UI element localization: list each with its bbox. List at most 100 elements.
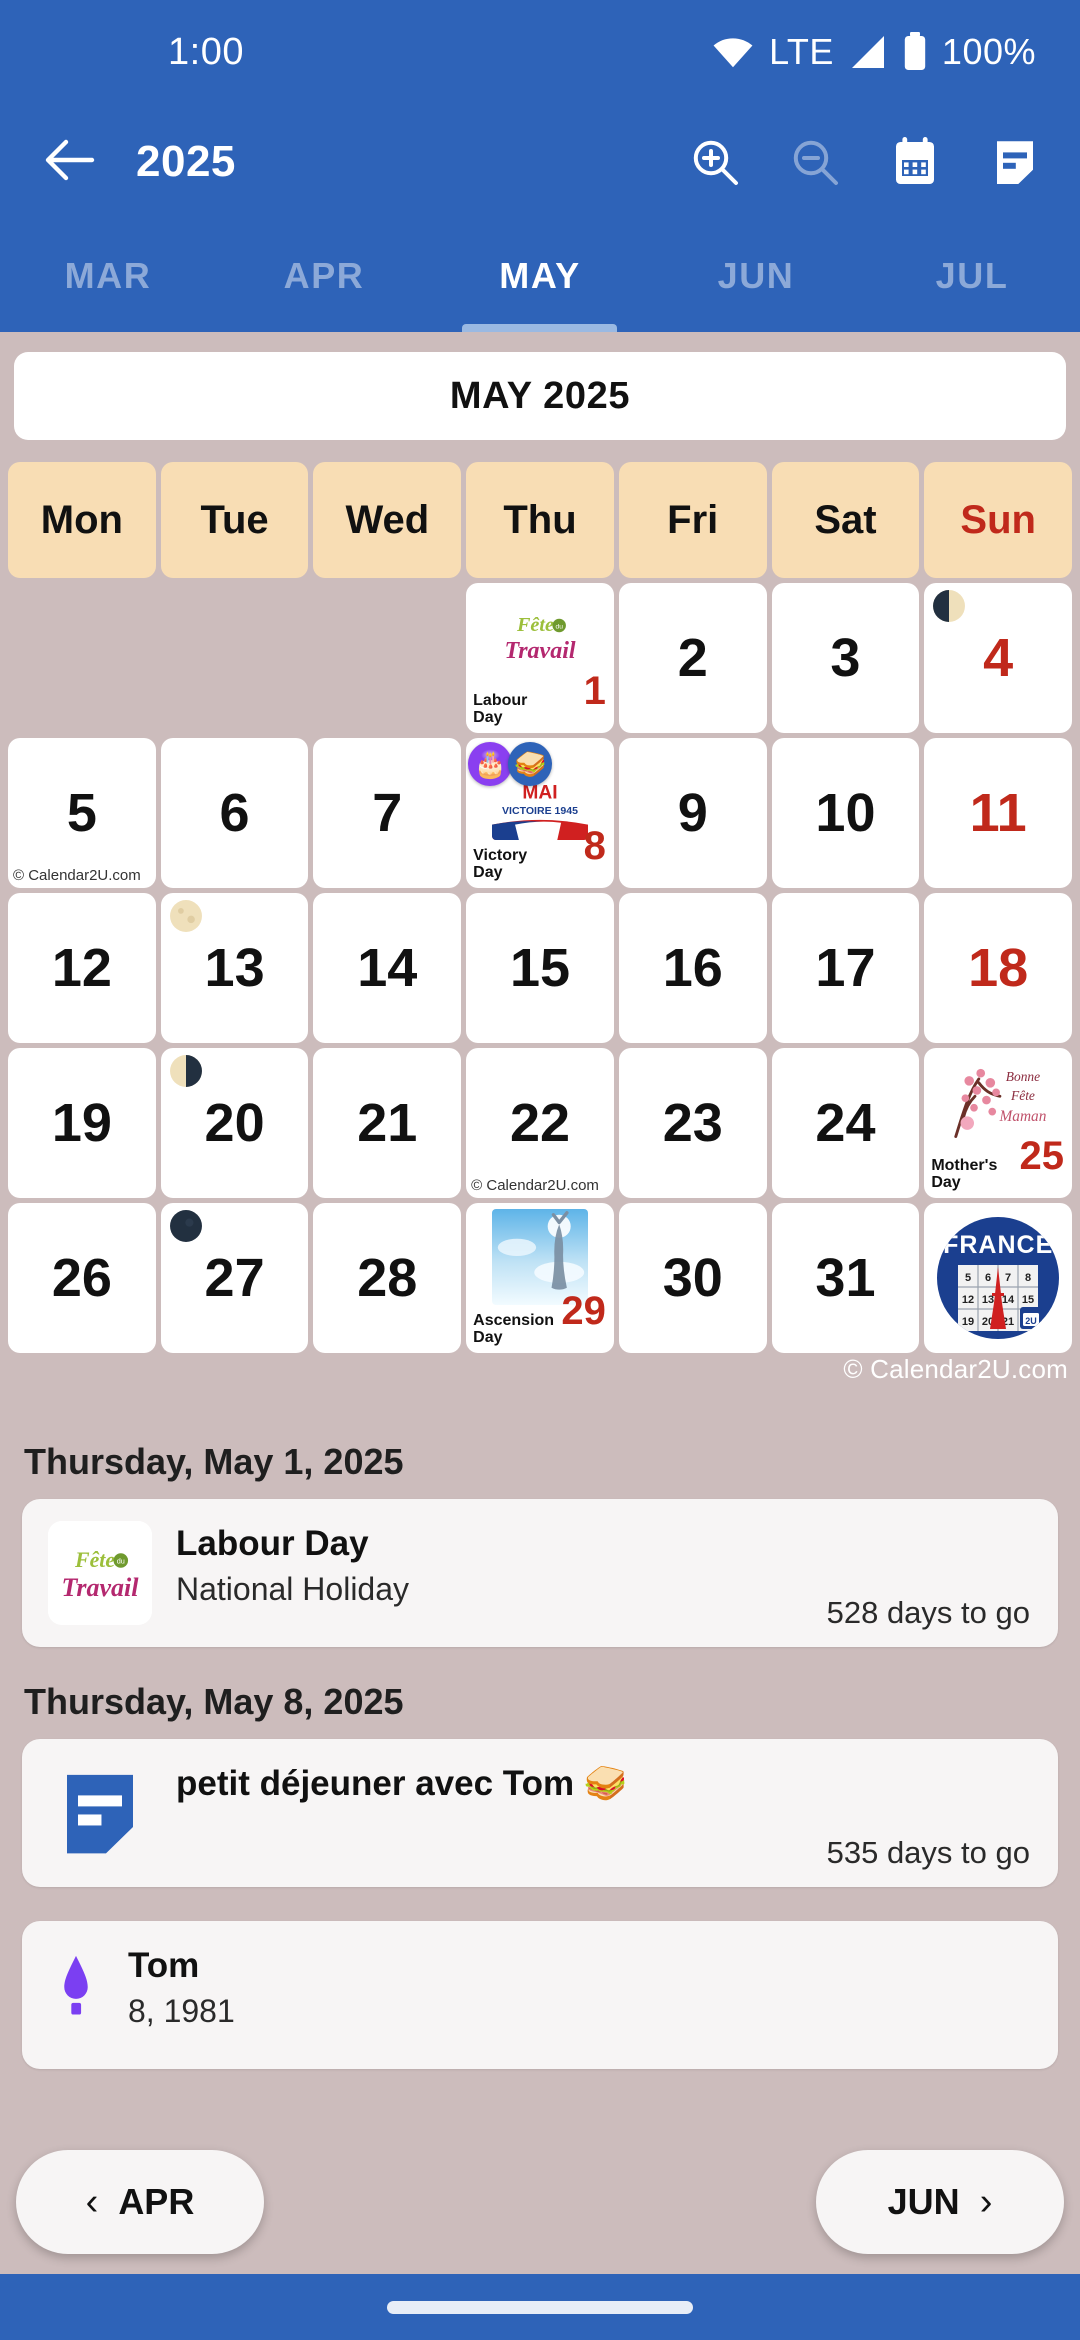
svg-text:Travail: Travail bbox=[61, 1573, 139, 1602]
calendar-day-cell[interactable]: 31 bbox=[771, 1203, 920, 1353]
calendar-day-cell[interactable]: 5 © Calendar2U.com bbox=[8, 738, 156, 888]
calendar-day-cell[interactable]: 2 bbox=[618, 583, 767, 733]
event-title: petit déjeuner avec Tom 🥪 bbox=[176, 1764, 628, 1803]
calendar-day-cell[interactable]: Bonne Fête Maman Mother's Day 25 bbox=[924, 1048, 1073, 1198]
calendar-day-cell[interactable]: 28 bbox=[313, 1203, 462, 1353]
battery-icon bbox=[902, 32, 928, 72]
calendar-day-cell[interactable]: 17 bbox=[771, 893, 920, 1043]
status-time: 1:00 bbox=[168, 30, 244, 73]
calendar-day-cell[interactable]: Fête du Travail Labour Day 1 bbox=[466, 583, 614, 733]
calendar-icon[interactable] bbox=[886, 133, 944, 191]
svg-text:du: du bbox=[555, 623, 563, 630]
calendar-day-cell[interactable]: 20 bbox=[160, 1048, 309, 1198]
calendar-day-cell[interactable]: 26 bbox=[8, 1203, 156, 1353]
event-card[interactable]: Fête du Travail Labour Day National Holiday 5… bbox=[22, 1499, 1058, 1647]
prev-month-button[interactable]: ‹ APR bbox=[16, 2150, 264, 2254]
weekday-header-sat: Sat bbox=[771, 462, 920, 578]
calendar-area: MAY 2025 Mon Tue Wed Thu Fri Sat Sun Fête du Tra… bbox=[0, 352, 1080, 1389]
calendar-day-cell[interactable]: 9 bbox=[618, 738, 767, 888]
calendar-week-row: 19 20 21 22 © Calendar2U.com 23 24 Bonne Fête Mam… bbox=[8, 1048, 1073, 1198]
month-tab-label: APR bbox=[283, 255, 365, 296]
chevron-left-icon: ‹ bbox=[85, 2180, 99, 2223]
calendar-day-cell[interactable]: 30 bbox=[618, 1203, 767, 1353]
calendar-day-cell[interactable]: 24 bbox=[771, 1048, 920, 1198]
calendar-day-cell[interactable]: 8MAIVICTOIRE 1945Victory Day8🎂🥪 bbox=[466, 738, 614, 888]
day-number: 15 bbox=[509, 938, 571, 998]
calendar-day-cell[interactable]: 18 bbox=[924, 893, 1073, 1043]
day-number: 11 bbox=[969, 783, 1027, 843]
calendar-day-cell[interactable]: 14 bbox=[313, 893, 462, 1043]
calendar-grid: Mon Tue Wed Thu Fri Sat Sun Fête du Travail Labou… bbox=[8, 462, 1073, 1353]
calendar-day-cell[interactable]: 21 bbox=[313, 1048, 462, 1198]
event-emoji-badge: 🥪 bbox=[508, 742, 553, 786]
calendar-day-cell[interactable]: 3 bbox=[771, 583, 920, 733]
country-badge-cell[interactable]: FRANCE567812131415192021222U bbox=[924, 1203, 1073, 1353]
next-month-label: JUN bbox=[887, 2181, 960, 2222]
calendar-day-cell[interactable]: 6 bbox=[160, 738, 309, 888]
wifi-icon bbox=[711, 34, 755, 70]
day-number: 5 bbox=[66, 783, 97, 843]
month-tab-label: JUL bbox=[935, 255, 1009, 296]
day-number: 2 bbox=[677, 628, 708, 688]
calendar-day-cell[interactable]: 15 bbox=[466, 893, 614, 1043]
month-tab-jul[interactable]: JUL bbox=[864, 220, 1080, 332]
calendar-day-cell[interactable]: 23 bbox=[618, 1048, 767, 1198]
month-tab-mar[interactable]: MAR bbox=[0, 220, 216, 332]
next-month-button[interactable]: JUN › bbox=[816, 2150, 1064, 2254]
svg-text:Fête: Fête bbox=[74, 1548, 115, 1572]
day-number: 3 bbox=[830, 628, 861, 688]
home-indicator[interactable] bbox=[387, 2300, 693, 2314]
calendar-day-cell[interactable]: 13 bbox=[160, 893, 309, 1043]
calendar-week-row: 5 © Calendar2U.com 678MAIVICTOIRE 1945Vict… bbox=[8, 738, 1073, 888]
day-number: 14 bbox=[357, 938, 418, 998]
calendar-day-cell[interactable]: 19 bbox=[8, 1048, 156, 1198]
event-card[interactable]: petit déjeuner avec Tom 🥪 535 days to go bbox=[22, 1739, 1058, 1887]
calendar-day-cell[interactable]: 7 bbox=[313, 738, 462, 888]
event-card[interactable]: Tom 8, 1981 bbox=[22, 1921, 1058, 2069]
month-tab-label: JUN bbox=[717, 255, 795, 296]
month-tab-jun[interactable]: JUN bbox=[648, 220, 864, 332]
month-tab-label: MAR bbox=[64, 255, 152, 296]
calendar-day-cell[interactable]: 12 bbox=[8, 893, 156, 1043]
month-title: MAY 2025 bbox=[14, 352, 1066, 440]
moon-phase-icon bbox=[932, 589, 966, 623]
calendar-day-cell[interactable]: 27 bbox=[160, 1203, 309, 1353]
svg-text:Travail: Travail bbox=[504, 638, 575, 664]
event-card-body: petit déjeuner avec Tom 🥪 bbox=[176, 1761, 1032, 1805]
day-number: 25 bbox=[1019, 1134, 1065, 1178]
svg-text:Fête: Fête bbox=[516, 614, 554, 636]
svg-text:du: du bbox=[117, 1557, 125, 1566]
event-title: Labour Day bbox=[176, 1524, 369, 1563]
svg-text:7: 7 bbox=[1005, 1272, 1011, 1284]
calendar-day-cell[interactable]: Ascension Day 29 bbox=[466, 1203, 614, 1353]
weekday-header-thu: Thu bbox=[466, 462, 614, 578]
cell-watermark: © Calendar2U.com bbox=[13, 867, 141, 884]
calendar-day-cell[interactable]: 16 bbox=[618, 893, 767, 1043]
chevron-right-icon: › bbox=[979, 2180, 993, 2223]
note-icon[interactable] bbox=[986, 133, 1044, 191]
zoom-in-icon[interactable] bbox=[686, 133, 744, 191]
app-root: 1:00 LTE 100% 2025 MAR APR MAY JUN JUL M… bbox=[0, 0, 1080, 2340]
month-tab-may[interactable]: MAY bbox=[432, 220, 648, 332]
day-number: 16 bbox=[662, 938, 723, 998]
event-countdown: 528 days to go bbox=[826, 1595, 1030, 1630]
day-number: 19 bbox=[51, 1093, 112, 1153]
day-number: 18 bbox=[968, 938, 1029, 998]
holiday-label: Mother's Day bbox=[931, 1156, 998, 1192]
weekday-header-mon: Mon bbox=[8, 462, 156, 578]
calendar-day-cell[interactable]: 4 bbox=[924, 583, 1073, 733]
month-tab-apr[interactable]: APR bbox=[216, 220, 432, 332]
holiday-image-fete-du-travail: Fête du Travail bbox=[492, 589, 589, 685]
calendar-day-cell[interactable]: 22 © Calendar2U.com bbox=[466, 1048, 614, 1198]
calendar-day-cell[interactable]: 10 bbox=[771, 738, 920, 888]
event-countdown: 535 days to go bbox=[826, 1835, 1030, 1870]
events-list: Thursday, May 1, 2025 Fête du Travail Labour… bbox=[0, 1441, 1080, 2069]
holiday-label: Victory Day bbox=[473, 846, 528, 882]
back-arrow-icon[interactable] bbox=[44, 138, 96, 187]
active-tab-indicator bbox=[462, 324, 617, 332]
network-type-label: LTE bbox=[769, 31, 834, 72]
system-navigation-bar bbox=[0, 2274, 1080, 2340]
calendar-day-cell[interactable]: 11 bbox=[924, 738, 1073, 888]
cell-watermark: © Calendar2U.com bbox=[471, 1177, 599, 1194]
zoom-out-icon[interactable] bbox=[786, 133, 844, 191]
